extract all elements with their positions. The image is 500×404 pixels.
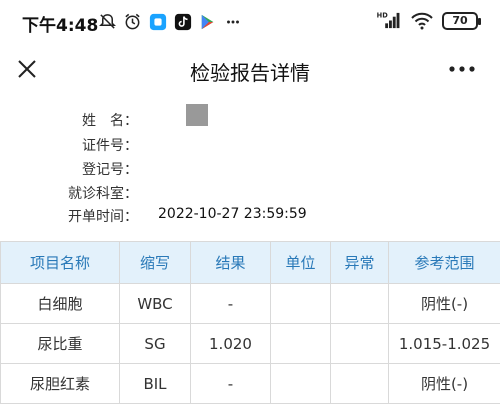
app-square-icon <box>148 12 167 31</box>
cell-abbreviation: WBC <box>119 283 191 324</box>
column-header: 缩写 <box>119 241 191 284</box>
info-row-id: 证件号： <box>0 135 500 159</box>
status-time: 下午4:48 <box>22 16 99 36</box>
cell-abbreviation: SG <box>119 323 191 364</box>
info-label: 姓 名： <box>82 113 138 129</box>
column-header: 结果 <box>190 241 271 284</box>
info-label: 开单时间： <box>68 209 138 225</box>
cell-abnormal <box>330 323 389 364</box>
cell-reference-range: 阴性(-) <box>388 283 500 324</box>
network-label: HD <box>377 12 389 20</box>
nav-bar: 检验报告详情 <box>0 44 500 94</box>
status-system-icons: HD 70 <box>376 11 481 30</box>
patient-info: 姓 名： 证件号： 登记号： 就诊科室： 开单时间： 2022-10-27 23… <box>0 98 500 234</box>
status-notification-icons <box>98 12 242 31</box>
battery-icon: 70 <box>442 11 481 30</box>
info-label: 就诊科室： <box>68 186 138 202</box>
cell-item-name: 尿比重 <box>0 323 120 364</box>
column-header: 异常 <box>330 241 389 284</box>
cell-item-name: 白细胞 <box>0 283 120 324</box>
cell-reference-range: 阴性(-) <box>388 363 500 404</box>
table-row: 白细胞 WBC - 阴性(-) <box>0 283 500 324</box>
more-button[interactable] <box>442 54 482 84</box>
column-header: 单位 <box>270 241 331 284</box>
cell-abnormal <box>330 363 389 404</box>
cell-reference-range: 1.015-1.025 <box>388 323 500 364</box>
info-label: 登记号： <box>82 162 138 178</box>
info-row-registration: 登记号： <box>0 159 500 183</box>
column-header: 项目名称 <box>0 241 120 284</box>
play-store-icon <box>198 12 217 31</box>
page-title: 检验报告详情 <box>190 61 310 85</box>
status-bar: 下午4:48 HD 70 <box>0 0 500 44</box>
table-row: 尿胆红素 BIL - 阴性(-) <box>0 363 500 404</box>
cell-unit <box>270 323 331 364</box>
info-row-department: 就诊科室： <box>0 183 500 207</box>
more-icon <box>449 66 475 72</box>
more-notifications-icon <box>223 12 242 31</box>
cell-result: - <box>190 363 271 404</box>
cell-abbreviation: BIL <box>119 363 191 404</box>
cell-result: 1.020 <box>190 323 271 364</box>
order-time-value: 2022-10-27 23:59:59 <box>158 206 307 222</box>
table-row: 尿比重 SG 1.020 1.015-1.025 <box>0 323 500 364</box>
signal-icon: HD <box>376 11 402 30</box>
table-header-row: 项目名称 缩写 结果 单位 异常 参考范围 <box>0 241 500 284</box>
column-header: 参考范围 <box>388 241 500 284</box>
info-label: 证件号： <box>82 138 138 154</box>
info-row-name: 姓 名： <box>0 110 500 134</box>
tiktok-icon <box>173 12 192 31</box>
wifi-icon <box>410 11 434 30</box>
alarm-icon <box>123 12 142 31</box>
cell-item-name: 尿胆红素 <box>0 363 120 404</box>
info-row-order-time: 开单时间： 2022-10-27 23:59:59 <box>0 206 500 230</box>
cell-abnormal <box>330 283 389 324</box>
cell-result: - <box>190 283 271 324</box>
cell-unit <box>270 283 331 324</box>
mute-icon <box>98 12 117 31</box>
cell-unit <box>270 363 331 404</box>
results-table: 项目名称 缩写 结果 单位 异常 参考范围 白细胞 WBC - 阴性(-) 尿比… <box>0 241 500 404</box>
